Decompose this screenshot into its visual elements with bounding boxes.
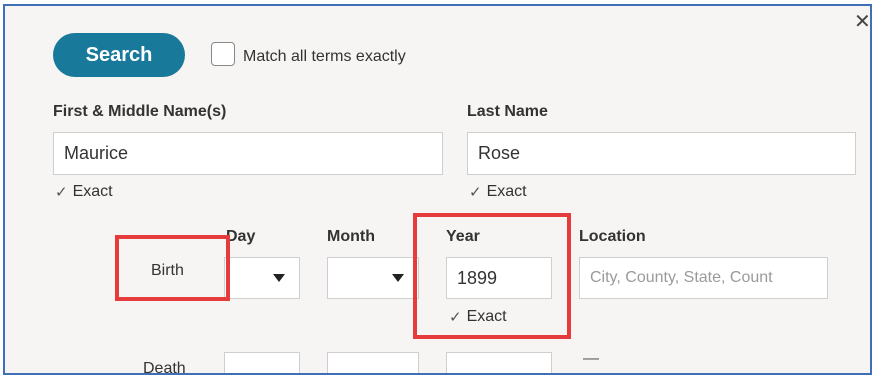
death-year-input[interactable] [446,352,552,373]
chevron-down-icon [392,274,404,282]
chevron-down-icon [392,373,404,375]
match-all-label: Match all terms exactly [243,48,406,65]
birth-highlight-box [115,235,230,301]
birth-month-select[interactable] [327,257,419,299]
check-icon: ✓ [55,184,68,201]
exact-label: Exact [72,183,113,200]
month-header: Month [327,228,375,245]
check-icon: ✓ [469,184,482,201]
close-icon[interactable]: ✕ [854,12,870,32]
death-day-select[interactable] [224,352,300,375]
chevron-down-icon [273,274,285,282]
exact-label: Exact [486,183,527,200]
location-header: Location [579,228,646,245]
birth-location-input[interactable]: City, County, State, Count [579,257,828,299]
match-all-checkbox[interactable] [211,42,235,66]
search-button[interactable]: Search [53,33,185,77]
birth-day-select[interactable] [224,257,300,299]
first-name-input[interactable]: Maurice [53,132,443,175]
last-name-exact[interactable]: ✓ Exact [469,183,527,201]
location-placeholder: City, County, State, Count [590,269,773,286]
search-panel: ✕ Search Match all terms exactly First &… [3,4,872,375]
death-month-select[interactable] [327,352,419,375]
first-name-label: First & Middle Name(s) [53,103,227,120]
last-name-input[interactable]: Rose [467,132,856,175]
day-header: Day [226,228,256,245]
first-name-exact[interactable]: ✓ Exact [55,183,113,201]
last-name-label: Last Name [467,103,548,120]
death-label: Death [143,360,186,375]
year-highlight-box [413,213,571,339]
chevron-down-icon [273,373,285,375]
location-dash: — [583,350,599,367]
